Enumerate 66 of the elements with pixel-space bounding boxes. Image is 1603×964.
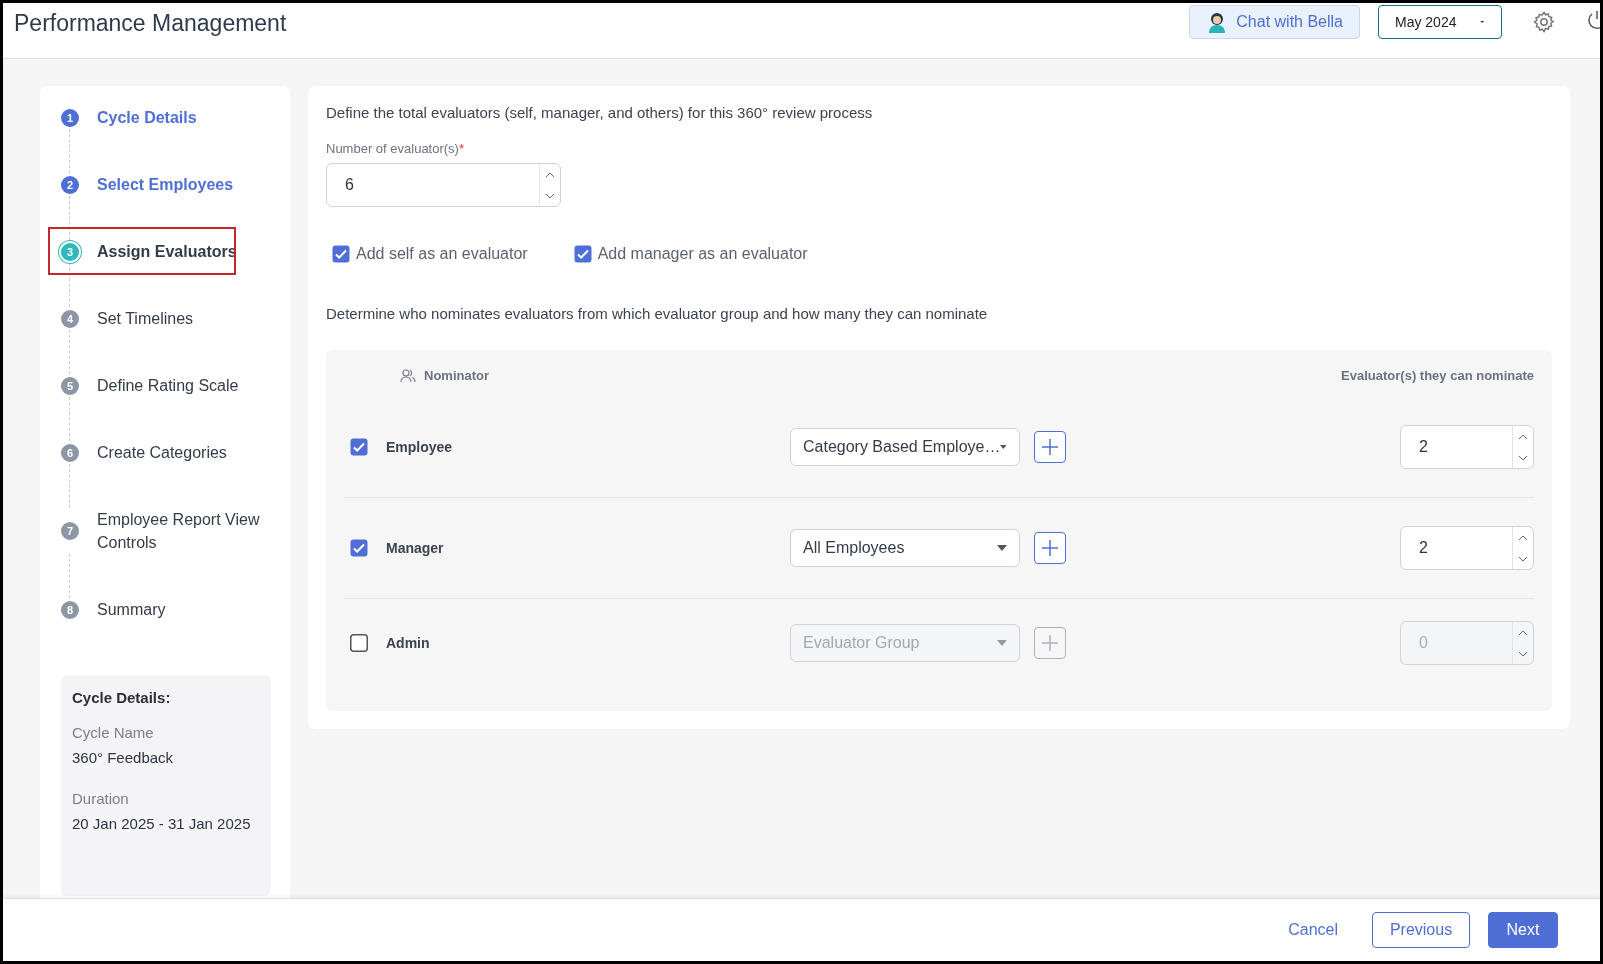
- step-label[interactable]: Cycle Details: [97, 106, 269, 129]
- step-number: 2: [61, 175, 79, 194]
- summary-heading: Cycle Details:: [72, 689, 172, 706]
- step-label[interactable]: Define Rating Scale: [97, 374, 269, 397]
- people-icon: [400, 368, 416, 383]
- field-label: Duration: [72, 790, 130, 807]
- step-label[interactable]: Summary: [97, 598, 269, 621]
- caret-icon: [997, 545, 1007, 551]
- number-field[interactable]: 6: [326, 163, 561, 207]
- step-label[interactable]: Select Employees: [97, 173, 269, 196]
- step-number: 7: [61, 522, 79, 540]
- nominator-name: Employee: [386, 439, 453, 455]
- checkbox[interactable]: [350, 539, 368, 557]
- nominator-name: Admin: [386, 635, 430, 651]
- page-title: Performance Management: [14, 10, 287, 37]
- step-number: 1: [61, 108, 79, 127]
- step-label[interactable]: Set Timelines: [97, 307, 269, 330]
- down-chevron-icon[interactable]: [1518, 650, 1528, 657]
- checkbox[interactable]: [332, 245, 350, 263]
- down-chevron-icon[interactable]: [1518, 555, 1528, 562]
- down-chevron-icon[interactable]: [1518, 454, 1528, 461]
- required-mark: *: [458, 141, 464, 156]
- plus-icon: [1040, 633, 1060, 653]
- instruction-text: Determine who nominates evaluators from which evaluator group and how many they can nominate: [326, 305, 989, 322]
- caret-icon: [1480, 18, 1485, 25]
- up-chevron-icon[interactable]: [1518, 629, 1528, 636]
- field-label: Number of evaluator(s): [326, 141, 459, 156]
- footer-button[interactable]: Cancel: [1272, 912, 1354, 948]
- up-chevron-icon[interactable]: [1518, 433, 1528, 440]
- plus-icon: [1040, 437, 1060, 457]
- step-number: 3: [61, 242, 79, 261]
- step-label[interactable]: Assign Evaluators: [97, 240, 269, 263]
- number-field[interactable]: 2: [1400, 425, 1534, 469]
- up-chevron-icon[interactable]: [1518, 534, 1528, 541]
- group-select[interactable]: All Employees: [790, 529, 1020, 567]
- number-field[interactable]: 2: [1400, 526, 1534, 570]
- add-button[interactable]: [1034, 431, 1066, 463]
- field-value: 20 Jan 2025 - 31 Jan 2025: [72, 815, 252, 832]
- step-number: 5: [61, 376, 79, 395]
- chat-button[interactable]: Chat with Bella: [1189, 4, 1360, 39]
- step-number: 4: [61, 309, 79, 328]
- settings-icon[interactable]: [1532, 9, 1556, 34]
- step-label[interactable]: Employee Report View Controls: [97, 508, 269, 554]
- step-label[interactable]: Create Categories: [97, 441, 269, 464]
- column-header: Evaluator(s) they can nominate: [1341, 368, 1534, 383]
- field-label: Cycle Name: [72, 724, 155, 741]
- column-header: Nominator: [424, 368, 489, 383]
- group-select[interactable]: Category Based Employe…: [790, 428, 1020, 466]
- footer-button[interactable]: Previous: [1372, 912, 1470, 948]
- footer-button[interactable]: Next: [1488, 912, 1558, 948]
- nominator-name: Manager: [386, 540, 444, 556]
- step-number: 6: [61, 443, 79, 462]
- checkbox[interactable]: [573, 245, 592, 263]
- down-chevron-icon[interactable]: [545, 192, 555, 199]
- caret-icon: [997, 640, 1007, 646]
- instruction-text: Define the total evaluators (self, manager, and others) for this 360° review process: [326, 104, 874, 121]
- step-number: 8: [61, 600, 79, 619]
- checkbox[interactable]: [350, 438, 368, 456]
- field-value: 360° Feedback: [72, 749, 175, 766]
- period-select[interactable]: May 2024: [1378, 4, 1502, 39]
- up-chevron-icon[interactable]: [545, 171, 555, 178]
- checkbox-label[interactable]: Add self as an evaluator: [356, 245, 528, 263]
- add-button[interactable]: [1034, 532, 1066, 564]
- caret-icon: [1000, 444, 1007, 450]
- checkbox-label[interactable]: Add manager as an evaluator: [597, 245, 808, 263]
- plus-icon: [1040, 538, 1060, 558]
